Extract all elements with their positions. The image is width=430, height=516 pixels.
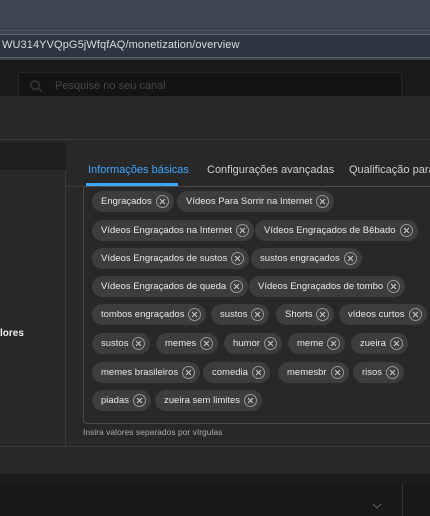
tags-helper-text: Insira valores separados por vírgulas: [83, 427, 223, 437]
tag-label: risos: [362, 367, 383, 378]
remove-tag-icon[interactable]: [316, 308, 330, 321]
tag-chip: memes: [156, 333, 219, 354]
tag-label: Engraçados: [101, 196, 152, 207]
tag-chip: sustos engraçados: [251, 248, 362, 269]
dialog-header: [0, 96, 430, 140]
tag-chip: Vídeos Engraçados de tombo: [249, 276, 406, 297]
tag-chip: Engraçados: [92, 191, 174, 212]
tag-label: memesbr: [287, 367, 327, 378]
url-text[interactable]: WU314YVQpG5jWfqfAQ/monetization/overview: [2, 39, 240, 51]
tag-label: Vídeos Engraçados de sustos: [101, 253, 228, 264]
tag-label: sustos: [101, 338, 129, 349]
tag-chip: comedia: [203, 362, 270, 383]
remove-tag-icon[interactable]: [182, 366, 196, 379]
tag-label: zueira: [360, 338, 386, 349]
tag-label: Vídeos Engraçados de queda: [101, 281, 227, 292]
tag-label: sustos engraçados: [260, 253, 340, 264]
tag-label: Vídeos Engraçados de Bêbado: [264, 225, 396, 236]
tag-label: meme: [297, 338, 324, 349]
remove-tag-icon[interactable]: [200, 337, 214, 350]
tag-chip: piadas: [92, 390, 151, 411]
tag-chip: humor: [224, 333, 282, 354]
remove-tag-icon[interactable]: [399, 224, 413, 237]
address-bar: WU314YVQpG5jWfqfAQ/monetization/overview: [0, 30, 430, 60]
remove-tag-icon[interactable]: [231, 252, 245, 265]
tab-qualificacao[interactable]: Qualificação para: [349, 164, 430, 176]
tag-chip: sustos: [211, 304, 270, 325]
tag-label: Vídeos Para Sorrir na Internet: [186, 196, 313, 207]
tag-chip: tombos engraçados: [92, 304, 207, 325]
tag-chip: vídeos curtos: [339, 304, 427, 325]
tag-label: sustos: [220, 309, 248, 320]
tag-chip: memes brasileiros: [92, 362, 201, 383]
tag-chip: Vídeos Engraçados na Internet: [92, 220, 254, 241]
bottom-bar: [0, 484, 430, 516]
tag-label: comedia: [212, 367, 248, 378]
tag-label: humor: [233, 338, 260, 349]
chevron-down-icon[interactable]: [372, 503, 382, 509]
tag-chip: Vídeos Engraçados de sustos: [92, 248, 250, 269]
dialog-footer-divider: [0, 446, 430, 447]
tag-chip: memesbr: [278, 362, 349, 383]
remove-tag-icon[interactable]: [155, 195, 169, 208]
remove-tag-icon[interactable]: [251, 366, 265, 379]
bottom-bar-divider: [402, 484, 403, 516]
tag-label: memes: [165, 338, 197, 349]
remove-tag-icon[interactable]: [327, 337, 341, 350]
remove-tag-icon[interactable]: [409, 308, 422, 321]
tag-label: piadas: [101, 395, 129, 406]
remove-tag-icon[interactable]: [389, 337, 403, 350]
remove-tag-icon[interactable]: [343, 252, 357, 265]
remove-tag-icon[interactable]: [244, 394, 258, 407]
tag-label: Vídeos Engraçados de tombo: [258, 281, 384, 292]
remove-tag-icon[interactable]: [188, 308, 202, 321]
url-field[interactable]: WU314YVQpG5jWfqfAQ/monetization/overview: [0, 34, 430, 58]
tag-chip: Vídeos Engraçados de Bêbado: [255, 220, 418, 241]
tag-chip: zueira sem limites: [155, 390, 263, 411]
tag-chip: Vídeos Engraçados de queda: [92, 276, 249, 297]
remove-tag-icon[interactable]: [263, 337, 277, 350]
remove-tag-icon[interactable]: [132, 337, 146, 350]
left-panel-label: lores: [0, 328, 24, 339]
remove-tag-icon[interactable]: [387, 280, 401, 293]
tag-chip: meme: [288, 333, 346, 354]
remove-tag-icon[interactable]: [330, 366, 344, 379]
tab-informacoes-basicas[interactable]: Informações básicas: [88, 164, 189, 176]
tag-label: zueira sem limites: [164, 395, 241, 406]
tag-chip: sustos: [92, 333, 151, 354]
tag-label: memes brasileiros: [101, 367, 179, 378]
tab-configuracoes-avancadas[interactable]: Configurações avançadas: [207, 164, 334, 176]
browser-tab-strip: [0, 0, 430, 30]
left-panel-selected-item[interactable]: [0, 142, 66, 170]
tag-label: vídeos curtos: [348, 309, 405, 320]
tag-chip: zueira: [351, 333, 408, 354]
remove-tag-icon[interactable]: [133, 394, 146, 407]
dialog-left-panel: [0, 141, 66, 446]
tag-chip: risos: [353, 362, 405, 383]
remove-tag-icon[interactable]: [316, 195, 330, 208]
remove-tag-icon[interactable]: [251, 308, 265, 321]
tag-chip: Vídeos Para Sorrir na Internet: [177, 191, 335, 212]
remove-tag-icon[interactable]: [230, 280, 244, 293]
remove-tag-icon[interactable]: [386, 366, 400, 379]
tag-label: Shorts: [285, 309, 313, 320]
tag-chip: Shorts: [276, 304, 335, 325]
tag-label: Vídeos Engraçados na Internet: [101, 225, 232, 236]
modal-overlay: [0, 60, 430, 96]
tag-label: tombos engraçados: [101, 309, 185, 320]
remove-tag-icon[interactable]: [235, 224, 249, 237]
